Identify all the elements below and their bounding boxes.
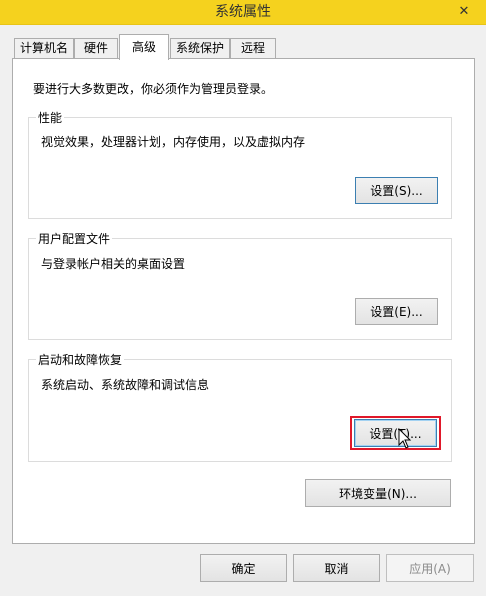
tab-computer-name[interactable]: 计算机名	[14, 38, 74, 58]
ok-button[interactable]: 确定	[200, 554, 287, 582]
tab-remote[interactable]: 远程	[230, 38, 276, 58]
tab-system-protection[interactable]: 系统保护	[170, 38, 230, 58]
window-title: 系统属性	[215, 4, 271, 20]
apply-button[interactable]: 应用(A)	[386, 554, 474, 582]
tab-advanced[interactable]: 高级	[119, 34, 169, 60]
user-profiles-description: 与登录帐户相关的桌面设置	[41, 257, 186, 271]
system-properties-window: 系统属性 ✕ 计算机名 硬件 高级 系统保护 远程 要进行大多数更改，你必须作为…	[0, 0, 486, 596]
highlight-box	[350, 416, 441, 450]
tab-hardware[interactable]: 硬件	[74, 38, 118, 58]
user-profiles-settings-button[interactable]: 设置(E)...	[355, 298, 438, 325]
startup-recovery-description: 系统启动、系统故障和调试信息	[41, 378, 210, 392]
close-icon[interactable]: ✕	[450, 0, 478, 22]
user-profiles-group-label: 用户配置文件	[36, 230, 113, 247]
performance-description: 视觉效果，处理器计划，内存使用，以及虚拟内存	[41, 135, 306, 149]
environment-variables-button[interactable]: 环境变量(N)...	[305, 479, 451, 507]
title-bar[interactable]: 系统属性 ✕	[0, 0, 486, 25]
startup-recovery-group-label: 启动和故障恢复	[36, 351, 125, 368]
admin-note: 要进行大多数更改，你必须作为管理员登录。	[33, 82, 274, 96]
performance-group-label: 性能	[36, 109, 65, 126]
cancel-button[interactable]: 取消	[293, 554, 380, 582]
performance-settings-button[interactable]: 设置(S)...	[355, 177, 438, 204]
mouse-cursor-icon	[398, 428, 412, 449]
